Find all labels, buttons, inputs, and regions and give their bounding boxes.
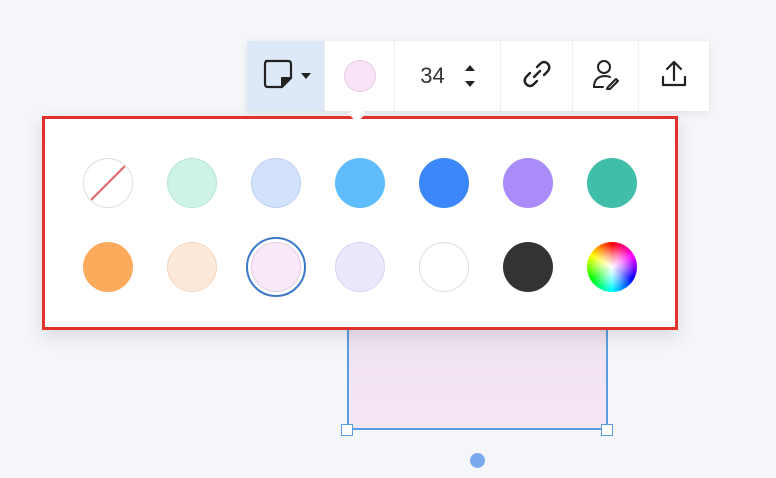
- sticky-note[interactable]: [347, 320, 608, 430]
- color-palette-popup: [42, 116, 678, 330]
- color-picker-button[interactable]: [325, 41, 395, 111]
- swatch-white[interactable]: [419, 242, 469, 292]
- swatch-teal[interactable]: [587, 158, 637, 208]
- upload-icon: [658, 58, 690, 95]
- swatch-purple[interactable]: [503, 158, 553, 208]
- decrease-size-icon[interactable]: [464, 81, 475, 87]
- font-size-value: 34: [420, 63, 445, 88]
- link-button[interactable]: [501, 41, 573, 111]
- swatch-custom-color[interactable]: [587, 242, 637, 292]
- swatch-light-blue[interactable]: [251, 158, 301, 208]
- swatch-peach[interactable]: [167, 242, 217, 292]
- shape-picker-button[interactable]: [247, 41, 325, 111]
- resize-handle-bottom-left[interactable]: [341, 424, 353, 436]
- increase-size-icon[interactable]: [464, 65, 475, 71]
- swatch-orange[interactable]: [83, 242, 133, 292]
- current-color-swatch: [343, 60, 376, 92]
- swatch-none[interactable]: [83, 158, 133, 208]
- link-icon: [520, 57, 554, 96]
- spectrum-center: [587, 242, 637, 292]
- swatch-light-pink-selected[interactable]: [251, 242, 301, 292]
- upload-button[interactable]: [639, 41, 709, 111]
- connection-handle[interactable]: [470, 453, 485, 468]
- swatch-black[interactable]: [503, 242, 553, 292]
- swatch-mint[interactable]: [167, 158, 217, 208]
- swatch-lavender[interactable]: [335, 242, 385, 292]
- user-edit-icon: [589, 57, 623, 96]
- floating-toolbar: 34: [247, 41, 709, 111]
- font-size-stepper[interactable]: [464, 65, 475, 87]
- swatch-sky-blue[interactable]: [335, 158, 385, 208]
- resize-handle-bottom-right[interactable]: [601, 424, 613, 436]
- sticky-note-icon: [261, 57, 295, 96]
- font-size-control[interactable]: 34: [395, 41, 501, 111]
- swatch-blue[interactable]: [419, 158, 469, 208]
- chevron-down-icon: [300, 73, 311, 79]
- assign-user-button[interactable]: [573, 41, 639, 111]
- no-color-slash-icon: [90, 165, 126, 201]
